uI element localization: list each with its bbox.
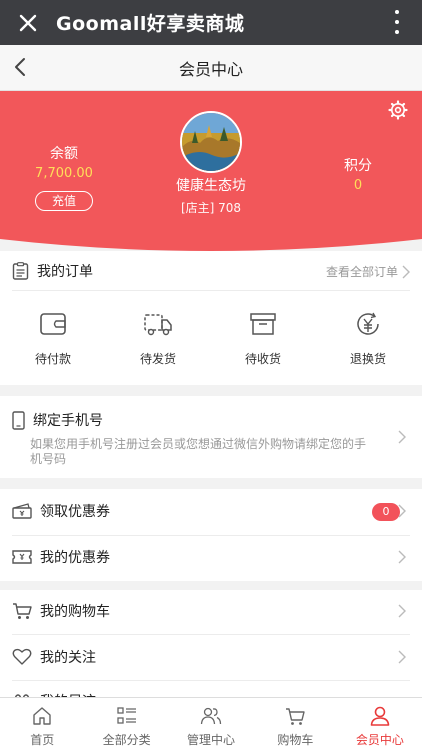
divider bbox=[12, 535, 410, 536]
avatar[interactable] bbox=[180, 111, 242, 173]
order-status-pending-payment[interactable]: 待付款 bbox=[18, 311, 88, 367]
my-cart-label: 我的购物车 bbox=[40, 604, 110, 620]
tab-home[interactable]: 首页 bbox=[0, 698, 84, 750]
chevron-right-icon bbox=[398, 650, 406, 664]
chevron-right-icon bbox=[402, 265, 410, 278]
my-coupons-row[interactable]: 我的优惠券 bbox=[12, 545, 410, 569]
bottom-tab-bar: 首页 全部分类 管理中心 购物车 会员中心 bbox=[0, 697, 422, 750]
order-status-label: 待收货 bbox=[244, 352, 281, 366]
tab-management[interactable]: 管理中心 bbox=[169, 698, 253, 750]
person-icon bbox=[370, 706, 390, 726]
my-coupons-label: 我的优惠券 bbox=[40, 550, 110, 566]
orders-title: 我的订单 bbox=[37, 263, 93, 280]
orders-section: 我的订单 查看全部订单 待付款 待发货 待收货 退换货 bbox=[0, 251, 422, 385]
profile-header: 余额 7,700.00 充值 健康生态坊 [店主] 708 积分 0 bbox=[0, 91, 422, 251]
coupon-icon bbox=[12, 503, 32, 519]
points-label: 积分 bbox=[344, 158, 372, 174]
box-icon bbox=[250, 313, 276, 335]
balance-label: 余额 bbox=[50, 146, 78, 162]
orders-header[interactable]: 我的订单 查看全部订单 bbox=[12, 251, 410, 291]
chevron-right-icon bbox=[398, 604, 406, 618]
heart-icon bbox=[12, 648, 32, 665]
chevron-right-icon bbox=[398, 550, 406, 564]
order-status-label: 待付款 bbox=[34, 352, 71, 366]
my-follow-row[interactable]: 我的关注 bbox=[12, 645, 410, 669]
category-icon bbox=[116, 707, 136, 724]
tab-cart[interactable]: 购物车 bbox=[253, 698, 337, 750]
view-all-orders-label: 查看全部订单 bbox=[325, 265, 398, 279]
users-icon bbox=[200, 707, 222, 725]
order-status-label: 待发货 bbox=[139, 352, 176, 366]
close-button[interactable] bbox=[0, 0, 56, 45]
view-all-orders-link[interactable]: 查看全部订单 bbox=[326, 263, 410, 280]
bind-phone-description: 如果您用手机号注册过会员或您想通过微信外购物请绑定您的手机号码 bbox=[30, 437, 367, 466]
order-status-to-ship[interactable]: 待发货 bbox=[123, 311, 193, 367]
points-value: 0 bbox=[353, 178, 363, 193]
tab-label: 购物车 bbox=[277, 733, 314, 747]
refund-icon bbox=[357, 312, 379, 335]
order-status-to-receive[interactable]: 待收货 bbox=[228, 311, 298, 367]
tab-all-categories[interactable]: 全部分类 bbox=[84, 698, 168, 750]
claim-coupon-badge: 0 bbox=[372, 503, 400, 521]
tab-member-center[interactable]: 会员中心 bbox=[338, 698, 422, 750]
order-list-icon bbox=[12, 261, 29, 280]
ticket-icon bbox=[12, 550, 32, 564]
bind-phone-title: 绑定手机号 bbox=[33, 413, 103, 429]
claim-coupon-label: 领取优惠券 bbox=[40, 504, 110, 520]
order-status-refund[interactable]: 退换货 bbox=[333, 311, 403, 367]
app-title-bar: Goomall好享卖商城 bbox=[0, 0, 422, 45]
settings-icon[interactable] bbox=[388, 100, 408, 120]
chevron-right-icon bbox=[398, 504, 406, 518]
tab-label: 会员中心 bbox=[355, 733, 404, 747]
cart-icon bbox=[13, 603, 32, 619]
truck-icon bbox=[144, 314, 172, 336]
divider bbox=[12, 680, 410, 681]
my-cart-row[interactable]: 我的购物车 bbox=[12, 599, 410, 623]
home-icon bbox=[33, 707, 51, 725]
wallet-icon bbox=[40, 313, 66, 335]
more-menu-button[interactable] bbox=[394, 10, 400, 34]
member-role: [店主] 708 bbox=[180, 201, 242, 215]
divider bbox=[12, 634, 410, 635]
tab-label: 管理中心 bbox=[187, 733, 236, 747]
my-follow-label: 我的关注 bbox=[40, 650, 96, 666]
claim-coupon-row[interactable]: 领取优惠券 bbox=[12, 499, 410, 523]
order-status-label: 退换货 bbox=[349, 352, 386, 366]
cart-icon bbox=[286, 708, 306, 725]
chevron-right-icon bbox=[398, 430, 406, 444]
tab-label: 全部分类 bbox=[102, 733, 151, 747]
nav-bar: 会员中心 bbox=[0, 45, 422, 91]
phone-icon bbox=[12, 410, 25, 430]
tab-label: 首页 bbox=[30, 733, 55, 747]
close-icon bbox=[19, 14, 37, 31]
bind-phone-row[interactable]: 绑定手机号 bbox=[12, 408, 410, 432]
avatar-image bbox=[182, 113, 240, 171]
page-title: 会员中心 bbox=[178, 59, 243, 79]
back-icon[interactable] bbox=[10, 56, 32, 78]
app-title: Goomall好享卖商城 bbox=[56, 13, 245, 35]
